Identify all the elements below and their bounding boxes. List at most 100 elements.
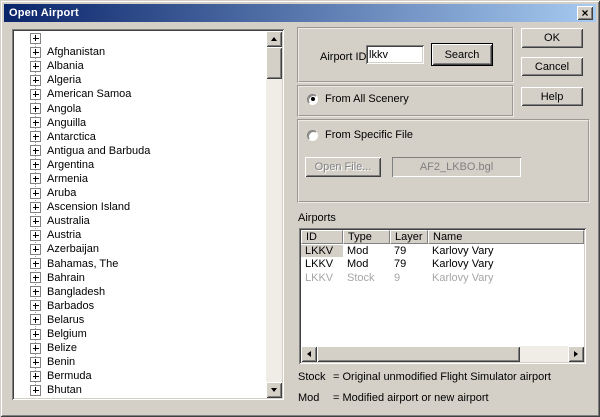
tree-item[interactable]: Bhutan [14, 383, 282, 397]
tree-item[interactable]: Armenia [14, 172, 282, 186]
scroll-up-button[interactable] [266, 31, 282, 47]
tree-item-label: Ascension Island [47, 201, 131, 214]
airports-table[interactable]: ID Type Layer Name LKKV Mod 79 Karlovy Vary… [299, 228, 586, 364]
expand-icon[interactable] [30, 145, 41, 157]
close-icon: × [581, 6, 589, 20]
expand-icon[interactable] [30, 356, 41, 368]
scroll-right-button[interactable] [568, 346, 584, 362]
tree-item[interactable]: Anguilla [14, 116, 282, 130]
from-all-scenery-option[interactable]: From All Scenery [307, 93, 409, 105]
airport-cell[interactable]: Stock [343, 272, 390, 284]
tree-item[interactable]: Australia [14, 214, 282, 228]
airport-cell[interactable]: 79 [390, 258, 428, 270]
tree-item[interactable]: Algeria [14, 73, 282, 87]
expand-icon[interactable] [30, 60, 41, 72]
airport-cell[interactable]: 9 [390, 272, 428, 284]
tree-item[interactable]: Afghanistan [14, 45, 282, 59]
column-header-id[interactable]: ID [301, 230, 343, 244]
radio-button-icon[interactable] [307, 93, 318, 105]
scrollbar-thumb[interactable] [317, 346, 520, 362]
airport-row[interactable]: LKKV Stock 9 Karlovy Vary [301, 271, 584, 285]
expand-icon[interactable] [30, 300, 41, 312]
tree-item[interactable]: Azerbaijan [14, 242, 282, 256]
country-tree-list[interactable]: Afghanistan Albania Algeria American Samoa A… [12, 29, 284, 400]
open-file-button[interactable]: Open File... [305, 157, 381, 177]
tree-item[interactable]: American Samoa [14, 87, 282, 101]
column-header-type[interactable]: Type [343, 230, 390, 244]
tree-item-label: Armenia [47, 172, 88, 185]
tree-item[interactable]: Aruba [14, 186, 282, 200]
tree-item[interactable]: Bahrain [14, 271, 282, 285]
ok-button[interactable]: OK [521, 28, 583, 48]
airport-cell[interactable]: LKKV [301, 272, 343, 284]
tree-vertical-scrollbar[interactable] [266, 31, 282, 398]
help-button-label: Help [540, 90, 564, 103]
table-horizontal-scrollbar[interactable] [301, 346, 584, 362]
airport-cell[interactable]: Mod [343, 258, 390, 270]
expand-icon[interactable] [30, 384, 41, 396]
tree-item[interactable]: Belarus [14, 313, 282, 327]
expand-icon[interactable] [30, 187, 41, 199]
tree-item[interactable]: Barbados [14, 299, 282, 313]
tree-item[interactable]: Argentina [14, 158, 282, 172]
airport-cell[interactable]: Karlovy Vary [428, 272, 584, 284]
scrollbar-thumb[interactable] [266, 47, 282, 79]
expand-icon[interactable] [30, 286, 41, 298]
expand-icon[interactable] [30, 215, 41, 227]
airport-row[interactable]: LKKV Mod 79 Karlovy Vary [301, 258, 584, 272]
airport-cell[interactable]: Karlovy Vary [428, 245, 584, 257]
expand-icon[interactable] [30, 342, 41, 354]
tree-item[interactable]: Austria [14, 228, 282, 242]
tree-item[interactable]: Bahamas, The [14, 257, 282, 271]
from-specific-file-option[interactable]: From Specific File [307, 129, 413, 141]
airport-cell[interactable]: Mod [343, 245, 390, 257]
ok-button-label: OK [544, 32, 560, 44]
search-button[interactable]: Search [432, 44, 492, 65]
expand-icon[interactable] [30, 159, 41, 171]
airports-table-header[interactable]: ID Type Layer Name [301, 230, 584, 244]
title-bar[interactable]: Open Airport × [4, 4, 596, 22]
expand-icon[interactable] [30, 229, 41, 241]
airport-cell[interactable]: LKKV [301, 258, 343, 270]
expand-icon[interactable] [30, 201, 41, 213]
close-button[interactable]: × [577, 6, 593, 20]
scroll-down-button[interactable] [266, 382, 282, 398]
expand-icon[interactable] [30, 46, 41, 58]
tree-item[interactable]: Angola [14, 101, 282, 115]
tree-item[interactable]: Benin [14, 355, 282, 369]
tree-item[interactable]: Antarctica [14, 130, 282, 144]
tree-item[interactable]: Albania [14, 59, 282, 73]
column-header-name[interactable]: Name [428, 230, 584, 244]
expand-icon[interactable] [30, 117, 41, 129]
column-header-layer[interactable]: Layer [390, 230, 428, 244]
tree-item-label: Albania [47, 60, 84, 73]
expand-icon[interactable] [30, 370, 41, 382]
tree-item[interactable]: Ascension Island [14, 200, 282, 214]
tree-item[interactable]: Belgium [14, 327, 282, 341]
tree-item[interactable] [14, 31, 282, 45]
tree-item[interactable]: Bangladesh [14, 285, 282, 299]
expand-icon[interactable] [30, 258, 41, 270]
expand-icon[interactable] [30, 103, 41, 115]
airport-cell[interactable]: LKKV [301, 244, 343, 257]
expand-icon[interactable] [30, 243, 41, 255]
scroll-left-button[interactable] [301, 346, 317, 362]
airport-cell[interactable]: 79 [390, 245, 428, 257]
expand-icon[interactable] [30, 74, 41, 86]
expand-icon[interactable] [30, 328, 41, 340]
radio-button-icon[interactable] [307, 129, 318, 141]
cancel-button[interactable]: Cancel [521, 57, 583, 76]
tree-item[interactable]: Belize [14, 341, 282, 355]
expand-icon[interactable] [30, 314, 41, 326]
help-button[interactable]: Help [521, 87, 583, 106]
expand-icon[interactable] [30, 88, 41, 100]
expand-icon[interactable] [30, 272, 41, 284]
tree-item[interactable]: Antigua and Barbuda [14, 144, 282, 158]
airport-row[interactable]: LKKV Mod 79 Karlovy Vary [301, 244, 584, 258]
expand-icon[interactable] [30, 131, 41, 143]
tree-item[interactable]: Bermuda [14, 369, 282, 383]
expand-icon[interactable] [30, 32, 41, 44]
expand-icon[interactable] [30, 173, 41, 185]
airport-cell[interactable]: Karlovy Vary [428, 258, 584, 270]
airport-id-input[interactable] [366, 45, 424, 64]
